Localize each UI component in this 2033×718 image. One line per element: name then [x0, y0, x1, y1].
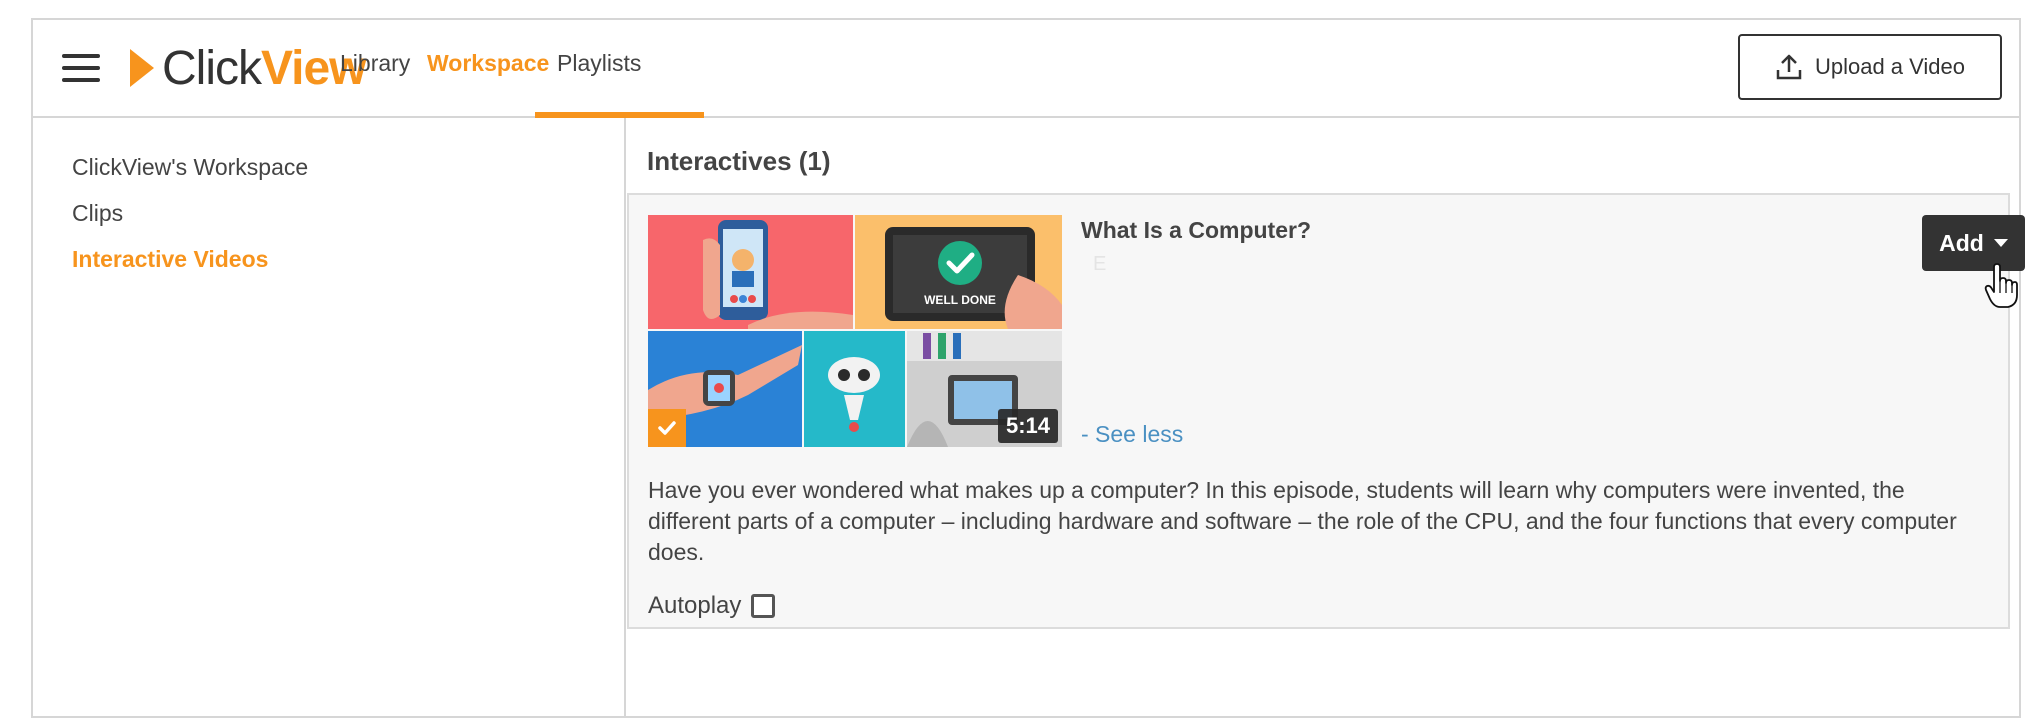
menu-icon[interactable] — [62, 52, 102, 84]
sidebar-item-workspace[interactable]: ClickView's Workspace — [72, 154, 308, 181]
video-thumbnail[interactable]: WELL DONE 5:14 — [648, 215, 1062, 447]
see-less-link[interactable]: - See less — [1081, 421, 1183, 448]
autoplay-label: Autoplay — [648, 592, 742, 619]
tab-playlists[interactable]: Playlists — [557, 50, 641, 77]
video-duration: 5:14 — [997, 409, 1058, 443]
sidebar-item-clips[interactable]: Clips — [72, 200, 123, 227]
tab-library[interactable]: Library — [340, 50, 410, 77]
tab-workspace[interactable]: Workspace — [427, 50, 549, 77]
upload-video-button[interactable]: Upload a Video — [1738, 34, 2002, 100]
video-card: WELL DONE 5:14 What Is a Computer? E - S… — [627, 193, 2025, 629]
sidebar: ClickView's Workspace Clips Interactive … — [33, 118, 626, 718]
hand-pointer-icon — [1984, 263, 2018, 308]
top-header: Click View Library Workspace Playlists Up… — [33, 20, 2019, 118]
faint-label: E — [1093, 253, 1107, 275]
autoplay-control: Autoplay — [648, 592, 776, 620]
video-title[interactable]: What Is a Computer? — [1081, 217, 1311, 244]
upload-icon — [1776, 54, 1802, 80]
add-label: Add — [1939, 229, 1984, 256]
autoplay-checkbox[interactable] — [751, 594, 776, 618]
sidebar-item-interactive-videos[interactable]: Interactive Videos — [72, 246, 268, 273]
selected-check-icon[interactable] — [648, 409, 686, 447]
thumbnail-caption: WELL DONE — [924, 293, 996, 307]
chevron-down-icon — [1993, 239, 2008, 247]
clickview-logo[interactable]: Click View — [130, 42, 367, 95]
section-title: Interactives (1) — [647, 146, 831, 176]
video-description: Have you ever wondered what makes up a c… — [648, 477, 1957, 565]
play-icon — [130, 49, 154, 87]
logo-text-click: Click — [162, 41, 262, 95]
upload-label: Upload a Video — [1814, 54, 1966, 79]
